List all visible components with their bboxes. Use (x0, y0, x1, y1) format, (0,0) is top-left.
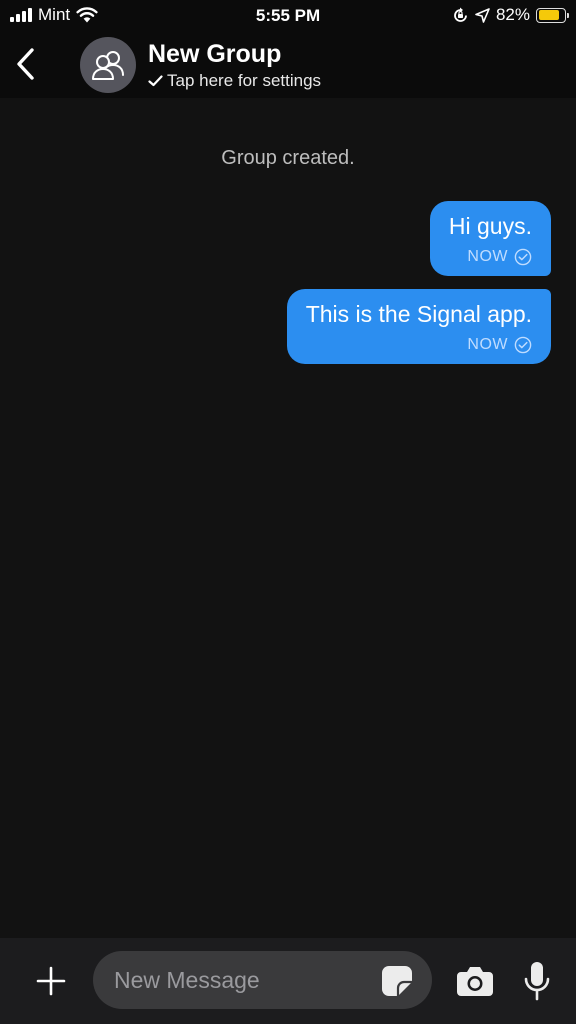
conversation-title[interactable]: New Group (148, 40, 281, 69)
battery-level-fill (538, 10, 559, 20)
conversation-header[interactable]: New Group Tap here for settings (0, 32, 576, 98)
signal-conversation-screen: Mint 5:55 PM 82% New Group Tap here for … (0, 0, 576, 1024)
message-input[interactable] (112, 951, 372, 1009)
camera-button[interactable] (455, 962, 495, 1000)
message-meta: NOW (306, 336, 532, 354)
message-text: Hi guys. (448, 213, 532, 239)
sticker-button[interactable] (380, 964, 414, 998)
delivered-check-icon (514, 336, 532, 354)
location-arrow-icon (475, 7, 490, 23)
delivered-check-icon (514, 248, 532, 266)
status-bar: Mint 5:55 PM 82% (0, 0, 576, 32)
message-meta: NOW (449, 248, 532, 266)
status-bar-right: 82% (452, 5, 569, 25)
orientation-lock-icon (454, 7, 467, 22)
camera-icon (457, 967, 493, 996)
battery-percent: 82% (495, 5, 530, 24)
voice-message-button[interactable] (520, 960, 554, 1002)
sticker-icon (382, 966, 412, 996)
chevron-left-icon (17, 48, 34, 80)
message-timestamp: NOW (467, 336, 508, 353)
message-timestamp: NOW (467, 248, 508, 265)
message-text: This is the Signal app. (305, 301, 532, 327)
checkmark-icon (148, 75, 163, 87)
group-people-icon (92, 51, 124, 80)
message-input-container[interactable] (93, 951, 432, 1009)
message-list[interactable]: Group created. Hi guys. NOW This is the … (0, 98, 576, 938)
message-composer (0, 938, 576, 1024)
microphone-icon (524, 962, 550, 1001)
attach-button[interactable] (32, 962, 70, 1000)
group-settings-label: Tap here for settings (167, 71, 322, 90)
outgoing-message-bubble[interactable]: This is the Signal app. NOW (286, 289, 551, 364)
group-settings-link[interactable]: Tap here for settings (148, 71, 321, 91)
plus-icon (36, 966, 66, 996)
back-button[interactable] (8, 44, 42, 84)
outgoing-message-bubble[interactable]: Hi guys. NOW (429, 201, 551, 276)
system-message: Group created. (221, 147, 355, 169)
battery-icon (536, 7, 569, 23)
group-avatar[interactable] (80, 37, 136, 93)
